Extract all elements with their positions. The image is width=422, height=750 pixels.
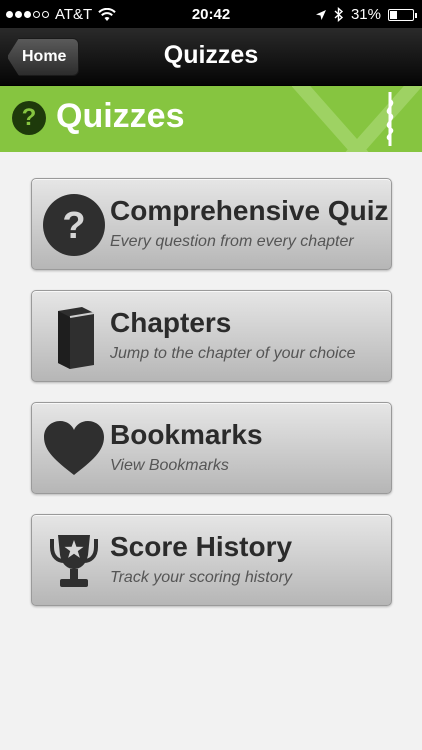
score-history-button[interactable]: Score History Track your scoring history xyxy=(31,514,392,606)
trophy-icon xyxy=(50,535,98,587)
nav-title: Quizzes xyxy=(163,41,259,69)
chapters-button[interactable]: Chapters Jump to the chapter of your cho… xyxy=(31,290,392,382)
menu-item-subtitle: Jump to the chapter of your choice xyxy=(110,345,356,362)
menu-item-subtitle: View Bookmarks xyxy=(110,457,229,474)
menu-item-title: Bookmarks xyxy=(110,419,263,450)
section-title: Quizzes xyxy=(56,97,185,135)
question-icon: ? xyxy=(12,101,46,135)
battery-percent: 31% xyxy=(350,6,381,23)
menu-item-title: Comprehensive Quiz xyxy=(110,195,389,226)
menu-item-subtitle: Track your scoring history xyxy=(110,569,292,586)
navigation-bar: Home Quizzes xyxy=(0,28,422,86)
menu-item-title: Chapters xyxy=(110,307,232,338)
svg-text:?: ? xyxy=(62,205,85,247)
heart-icon xyxy=(44,421,104,475)
menu-item-title: Score History xyxy=(110,531,293,562)
question-circle-icon: ? xyxy=(43,194,105,256)
menu-item-subtitle: Every question from every chapter xyxy=(110,233,354,250)
medical-emblem-icon xyxy=(292,86,422,152)
section-header: ? Quizzes xyxy=(0,86,422,152)
bluetooth-icon xyxy=(334,7,344,22)
battery-icon xyxy=(388,8,417,21)
bookmarks-button[interactable]: Bookmarks View Bookmarks xyxy=(31,402,392,494)
comprehensive-quiz-button[interactable]: ? Comprehensive Quiz Every question from… xyxy=(31,178,392,270)
location-arrow-icon xyxy=(315,9,326,20)
status-bar: AT&T 20:42 31% xyxy=(0,0,422,28)
book-icon xyxy=(58,307,95,369)
